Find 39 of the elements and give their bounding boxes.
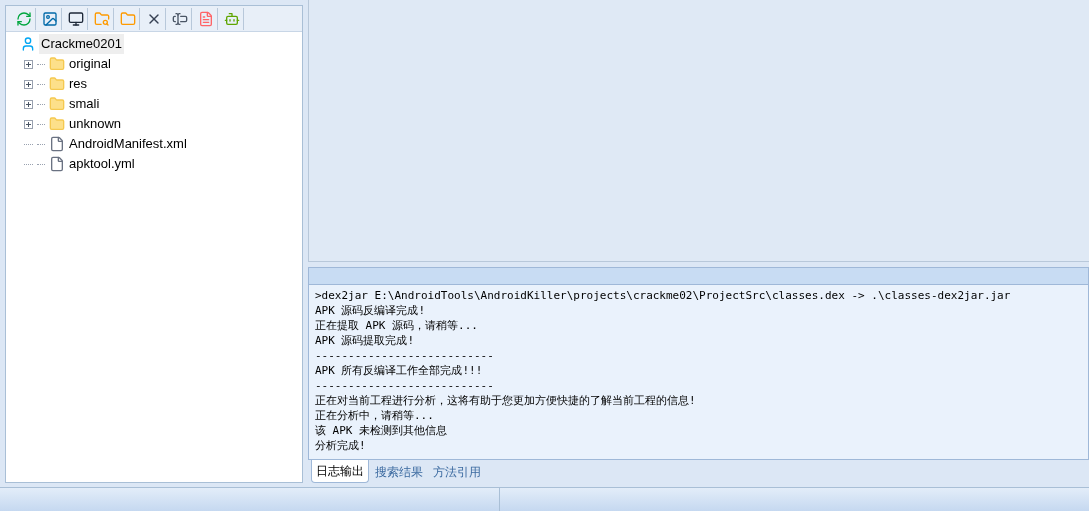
log-tab[interactable]: 日志输出 [311, 460, 369, 483]
expand-toggle[interactable] [24, 119, 33, 129]
log-line: 分析完成! [315, 438, 367, 453]
text-input-icon [171, 10, 188, 27]
folder-icon [49, 56, 65, 72]
file-icon [49, 136, 65, 152]
log-tab[interactable]: 方法引用 [429, 460, 485, 483]
document-icon [197, 10, 214, 27]
log-line: --------------------------- [315, 348, 495, 363]
log-tab[interactable]: 搜索结果 [371, 460, 427, 483]
tree-item[interactable]: original [69, 54, 111, 74]
folder-icon [49, 76, 65, 92]
log-line: >dex2jar E:\AndroidTools\AndroidKiller\projects\crackme02\ProjectSrc\classes.dex -> .\classes-dex2jar.jar [315, 288, 1012, 303]
folder-icon [49, 116, 65, 132]
tree-item[interactable]: unknown [69, 114, 122, 134]
log-line: 正在分析中，请稍等... [315, 408, 435, 423]
log-line: 该 APK 未检测到其他信息 [315, 423, 449, 438]
monitor-icon [67, 10, 84, 27]
file-icon [49, 156, 65, 172]
folder-icon [49, 96, 65, 112]
expand-toggle[interactable] [24, 99, 33, 109]
log-line: APK 源码反编译完成! [315, 303, 427, 318]
log-line: 正在提取 APK 源码，请稍等... [315, 318, 479, 333]
log-line: 正在对当前工程进行分析，这将有助于您更加方便快捷的了解当前工程的信息! [315, 393, 697, 408]
tree-item[interactable]: smali [69, 94, 100, 114]
log-line: APK 源码提取完成! [315, 333, 416, 348]
log-line: --------------------------- [315, 378, 495, 393]
user-icon [20, 36, 36, 52]
expand-toggle[interactable] [24, 79, 33, 89]
folder-icon [119, 10, 136, 27]
log-line: APK 所有反编译工作全部完成!!! [315, 363, 484, 378]
folder-search-icon [93, 10, 110, 27]
tree-item[interactable]: res [69, 74, 88, 94]
expand-toggle[interactable] [24, 59, 33, 69]
tree-item[interactable]: Crackme0201 [39, 34, 124, 54]
tree-item[interactable]: AndroidManifest.xml [69, 134, 187, 154]
tree-item[interactable]: apktool.yml [69, 154, 135, 174]
refresh-icon [15, 10, 32, 27]
image-icon [41, 10, 58, 27]
